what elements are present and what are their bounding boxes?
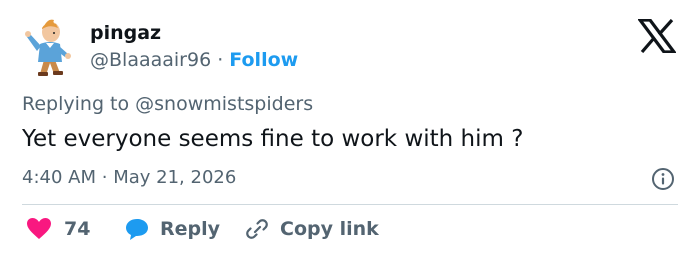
author-name[interactable]: pingaz [90, 21, 161, 45]
reply-target-link[interactable]: @snowmistspiders [135, 93, 313, 115]
tweet-time: 4:40 AM [22, 167, 96, 188]
tweet-date: May 21, 2026 [113, 167, 237, 188]
link-icon [246, 219, 268, 239]
reply-context-prefix: Replying to [22, 93, 136, 115]
divider [22, 204, 678, 205]
like-count: 74 [64, 218, 91, 240]
separator-dot: · [217, 49, 224, 71]
x-logo-icon[interactable] [636, 18, 678, 54]
tweet-text: Yet everyone seems fine to work with him… [22, 126, 524, 152]
timestamp-separator: · [101, 167, 108, 188]
follow-button[interactable]: Follow [229, 49, 298, 71]
tintin-avatar-icon [25, 19, 71, 76]
like-button[interactable]: 74 [26, 214, 90, 244]
avatar[interactable] [22, 16, 78, 78]
reply-bubble-icon [126, 219, 148, 240]
info-icon[interactable] [651, 167, 675, 191]
author-handle[interactable]: @Blaaaair96 [90, 49, 211, 71]
copy-link-label: Copy link [280, 218, 379, 240]
copy-link-button[interactable]: Copy link [244, 214, 379, 244]
heart-icon [27, 218, 51, 239]
author-handle-row: @Blaaaair96 · Follow [90, 48, 298, 72]
reply-context: Replying to @snowmistspiders [22, 92, 313, 116]
reply-label: Reply [160, 218, 221, 240]
reply-button[interactable]: Reply [124, 214, 220, 244]
tweet-timestamp[interactable]: 4:40 AM · May 21, 2026 [22, 166, 236, 190]
